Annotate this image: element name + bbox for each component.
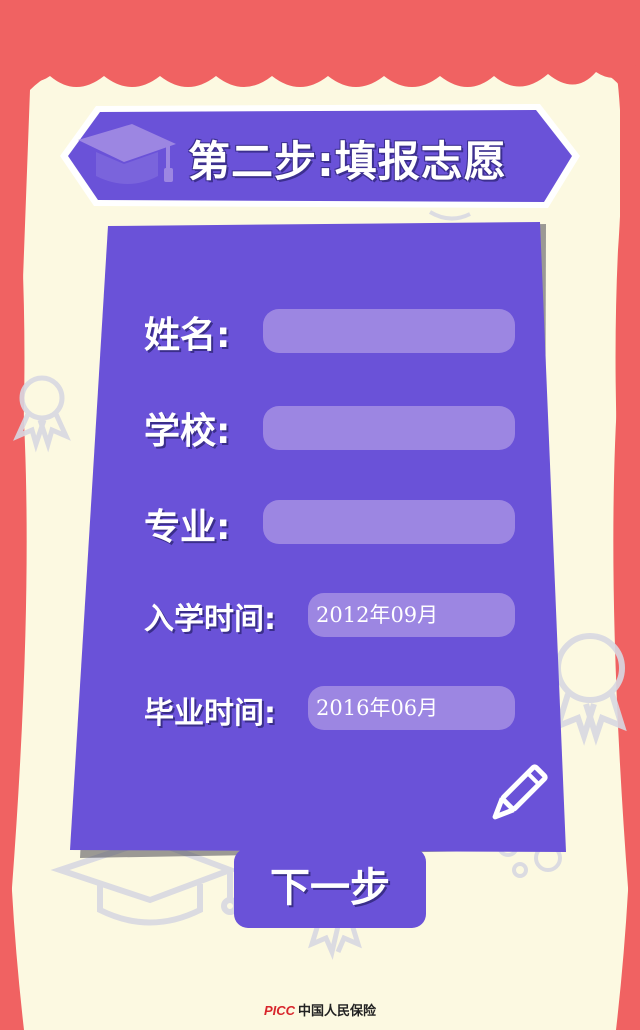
school-field[interactable] [263, 406, 515, 450]
name-field[interactable] [263, 309, 515, 353]
page-title: 第二步:填报志愿 [188, 137, 507, 186]
footer-logo: PICC 中国人民保险 [0, 1000, 640, 1019]
grad-date-label: 毕业时间: [144, 696, 276, 731]
enroll-date-label: 入学时间: [144, 602, 276, 637]
next-step-button[interactable]: 下一步 [234, 848, 426, 928]
graduation-cap-icon [78, 124, 176, 184]
grad-date-field[interactable]: 2016年06月 [308, 686, 515, 730]
top-valance [0, 0, 640, 87]
name-label: 姓名: [144, 315, 231, 356]
major-label: 专业: [144, 507, 231, 548]
grad-date-value: 2016年06月 [316, 696, 439, 720]
company-name: 中国人民保险 [298, 1004, 377, 1019]
major-field[interactable] [263, 500, 515, 544]
pencil-icon [492, 764, 548, 820]
picc-brand: PICC [263, 1003, 296, 1018]
school-label: 学校: [144, 411, 231, 452]
enroll-date-value: 2012年09月 [316, 603, 439, 627]
enroll-date-field[interactable]: 2012年09月 [308, 593, 515, 637]
page: 第二步:填报志愿 姓名: 学校: 专业: 入学时间: 2012年09月 毕业时间… [0, 0, 640, 1030]
next-step-label: 下一步 [270, 865, 390, 911]
